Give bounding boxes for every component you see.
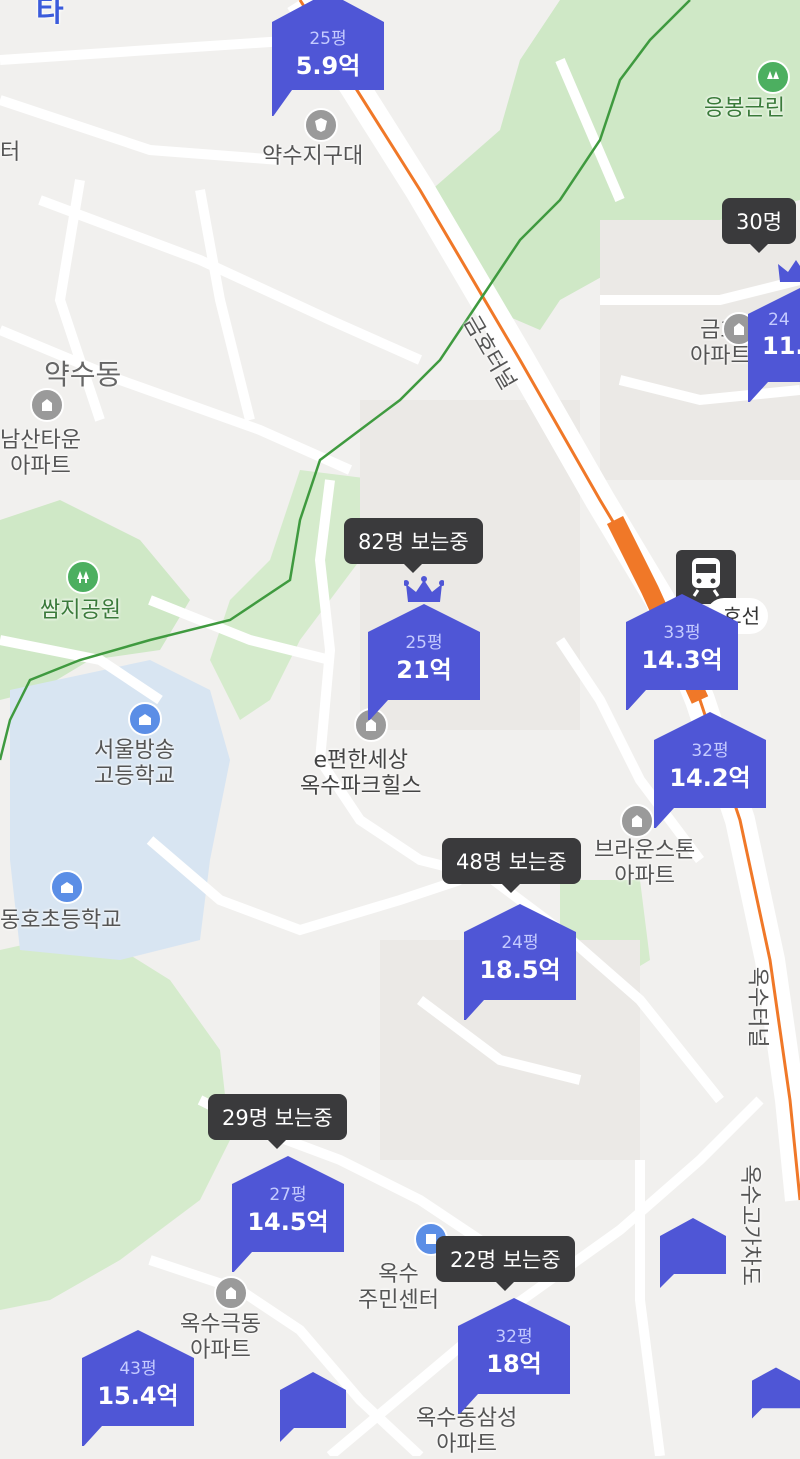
empty-marker[interactable] — [660, 1218, 726, 1288]
marker-price: 18.5억 — [479, 956, 561, 984]
label-dongho-elem: 동호초등학교 — [0, 908, 122, 933]
label-oksu-center: 옥수 주민센터 — [358, 1262, 439, 1314]
marker-price: 18억 — [486, 1350, 542, 1378]
label-yaksu-dong: 약수동 — [44, 358, 122, 391]
apartment-icon[interactable] — [30, 388, 64, 422]
viewers-bubble-partial: 30명 — [722, 198, 797, 253]
brand-logo: 타 — [36, 0, 64, 29]
label-seoul-broadcasting: 서울방송 고등학교 — [94, 738, 175, 790]
marker-price: 5.9억 — [295, 52, 361, 80]
label-ssamji-park: 쌈지공원 — [40, 598, 121, 623]
price-marker-partial[interactable]: 24 11.4 — [748, 286, 800, 402]
apartment-icon[interactable] — [214, 1276, 248, 1310]
school-icon[interactable] — [128, 702, 162, 736]
price-marker[interactable]: 27평 14.5억 — [232, 1156, 344, 1272]
crown-icon — [404, 576, 444, 602]
school-icon[interactable] — [50, 870, 84, 904]
marker-price: 14.2억 — [669, 764, 751, 792]
price-marker-top[interactable]: 25평 21억 — [368, 604, 480, 720]
park-icon[interactable] — [756, 60, 790, 94]
crown-icon — [778, 260, 800, 282]
label-oksu-overpass: 옥수고가차도 — [736, 1164, 762, 1286]
label-brownstone: 브라운스톤 아파트 — [594, 838, 696, 890]
marker-price: 21억 — [396, 656, 452, 684]
label-e-pyeonhan: e편한세상 옥수파크힐스 — [300, 748, 422, 800]
label-yaksu-police: 약수지구대 — [262, 144, 364, 169]
marker-price: 11.4 — [762, 332, 800, 360]
price-marker[interactable]: 33평 14.3억 — [626, 594, 738, 710]
price-marker[interactable]: 32평 18억 — [458, 1298, 570, 1414]
park-icon[interactable] — [66, 560, 100, 594]
empty-marker[interactable] — [280, 1372, 346, 1442]
marker-price: 15.4억 — [97, 1382, 179, 1410]
viewers-bubble: 48명 보는중 — [442, 838, 581, 893]
marker-price: 14.5억 — [247, 1208, 329, 1236]
price-marker[interactable]: 43평 15.4억 — [82, 1330, 194, 1446]
price-marker[interactable]: 24평 18.5억 — [464, 904, 576, 1020]
empty-marker[interactable] — [752, 1358, 800, 1428]
apartment-icon[interactable] — [620, 804, 654, 838]
viewers-bubble: 29명 보는중 — [208, 1094, 347, 1149]
marker-area: 24 — [768, 310, 790, 330]
price-marker[interactable]: 32평 14.2억 — [654, 712, 766, 828]
label-edge-teo: 터 — [0, 140, 21, 165]
viewers-bubble: 82명 보는중 — [344, 518, 483, 573]
label-eungbong-park: 응봉근린 — [704, 96, 785, 121]
label-namsan-town: 남산타운 아파트 — [0, 428, 81, 480]
price-marker[interactable]: 25평 5.9억 — [272, 0, 384, 116]
label-oksu-tunnel: 옥수터널 — [744, 966, 770, 1048]
marker-price: 14.3억 — [641, 646, 723, 674]
viewers-bubble: 22명 보는중 — [436, 1236, 575, 1291]
